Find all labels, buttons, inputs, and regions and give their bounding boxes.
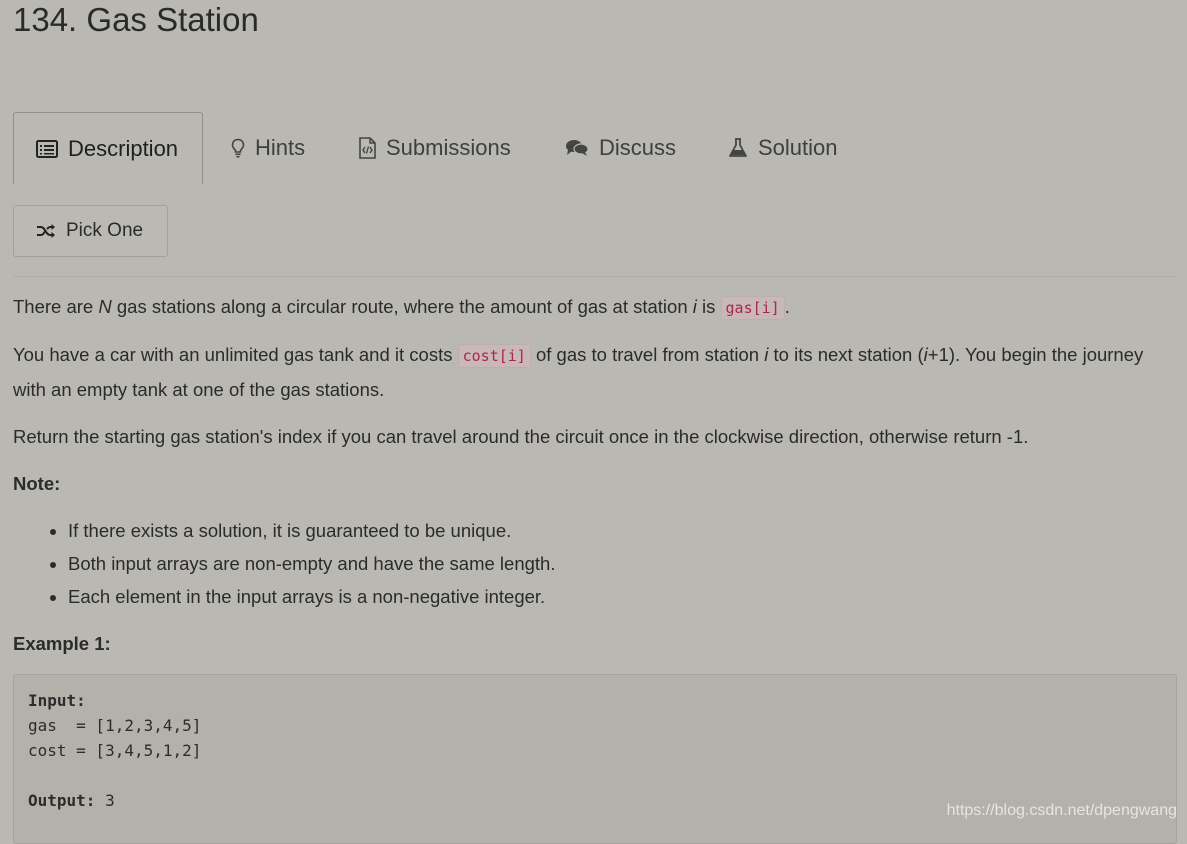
tab-hints[interactable]: Hints — [231, 112, 305, 184]
description-paragraph-2: You have a car with an unlimited gas tan… — [13, 344, 1144, 400]
note-title: Note: — [13, 473, 61, 494]
tab-solution[interactable]: Solution — [728, 112, 838, 184]
list-item: Each element in the input arrays is a no… — [68, 580, 1177, 613]
tab-solution-label: Solution — [758, 135, 838, 160]
input-label: Input: — [28, 691, 86, 710]
description-paragraph-1: There are N gas stations along a circula… — [13, 290, 1177, 325]
description-paragraph-3: Return the starting gas station's index … — [13, 426, 1029, 447]
tab-description[interactable]: Description — [13, 112, 203, 184]
tab-discuss[interactable]: Discuss — [565, 112, 676, 184]
tab-submissions[interactable]: Submissions — [358, 112, 511, 184]
page-title: 134. Gas Station — [13, 1, 259, 38]
gas-line: gas = [1,2,3,4,5] — [28, 716, 202, 735]
problem-description: There are N gas stations along a circula… — [13, 290, 1177, 674]
shuffle-icon — [36, 223, 56, 239]
tab-discuss-label: Discuss — [599, 135, 677, 160]
pick-one-label: Pick One — [66, 220, 144, 241]
note-list: If there exists a solution, it is guaran… — [13, 514, 1177, 613]
tab-description-label: Description — [68, 135, 179, 161]
tab-submissions-label: Submissions — [386, 135, 511, 160]
output-label: Output: — [28, 791, 96, 810]
divider — [13, 276, 1177, 277]
lightbulb-icon — [231, 138, 245, 158]
code-cost: cost[i] — [457, 344, 531, 368]
example-title: Example 1: — [13, 633, 111, 654]
cost-line: cost = [3,4,5,1,2] — [28, 741, 202, 760]
list-item: Both input arrays are non-empty and have… — [68, 547, 1177, 580]
description-icon — [36, 139, 58, 158]
watermark: https://blog.csdn.net/dpengwang — [946, 802, 1177, 819]
output-value: 3 — [95, 791, 115, 810]
code-gas: gas[i] — [720, 296, 785, 320]
list-item: If there exists a solution, it is guaran… — [68, 514, 1177, 547]
comments-icon — [565, 138, 589, 158]
tab-hints-label: Hints — [255, 135, 306, 160]
tab-bar: Description Hints Submissions Discuss So… — [13, 112, 1177, 184]
code-file-icon — [358, 137, 376, 159]
pick-one-button[interactable]: Pick One — [13, 205, 168, 257]
flask-icon — [728, 138, 748, 158]
problem-page: 134. Gas Station Description Hints Submi… — [0, 0, 1187, 844]
